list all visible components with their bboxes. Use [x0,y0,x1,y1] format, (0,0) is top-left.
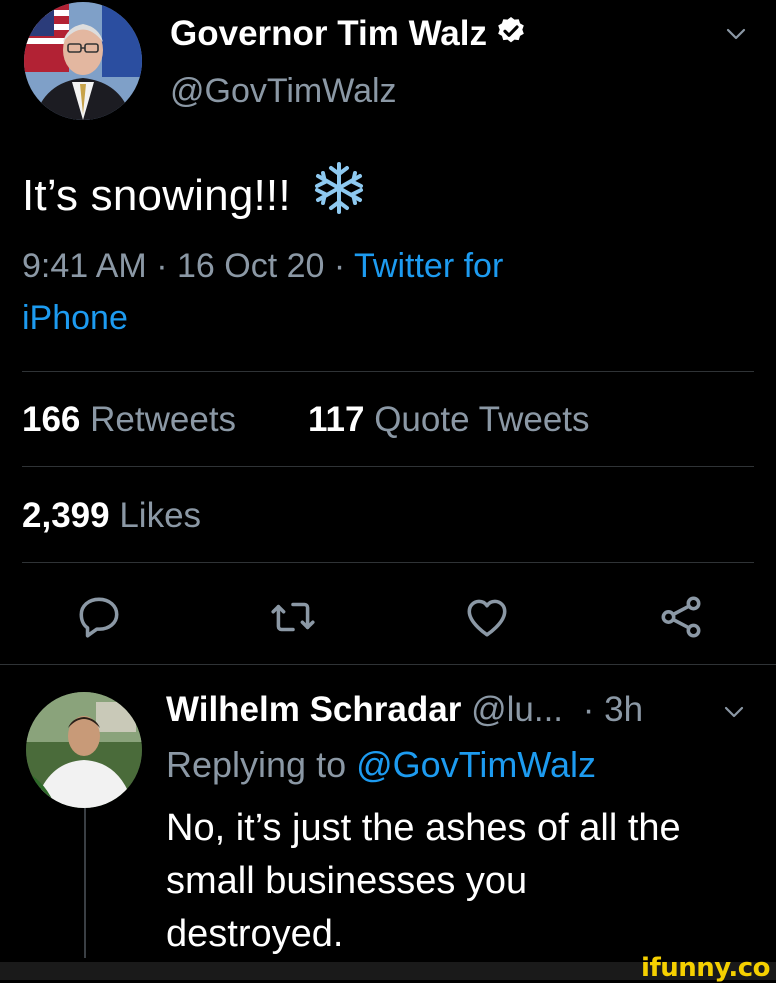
reply-header: Wilhelm Schradar @lu... · 3h [166,690,756,730]
divider [22,466,754,467]
verified-badge-icon [495,15,527,56]
tweet-text-content: It’s snowing!!! [22,171,291,220]
author-name[interactable]: Governor Tim Walz [170,14,527,56]
ifunny-watermark: ifunny.co [641,953,770,983]
replying-to-label: Replying to [166,744,347,785]
tweet-meta: 9:41 AM · 16 Oct 20 · Twitter for iPhone [22,240,742,344]
author-name-text[interactable]: Governor Tim Walz [170,14,487,53]
tweet-text: It’s snowing!!! [22,160,367,227]
retweets-count: 166 [22,400,81,439]
reply-author-avatar[interactable] [26,692,142,808]
quote-tweets-count: 117 [308,400,365,439]
divider [22,371,754,372]
chevron-down-icon[interactable] [722,700,746,729]
thread-line [84,808,86,958]
likes-count: 2,399 [22,496,110,535]
likes-label: Likes [119,496,202,535]
reply-time[interactable]: · 3h [583,690,643,729]
tweet-source-continued[interactable]: iPhone [22,299,128,337]
reply-text: No, it’s just the ashes of all the small… [166,802,766,961]
reply-text-line: small businesses you [166,860,528,902]
author-avatar[interactable] [24,2,142,120]
quote-tweets-label: Quote Tweets [374,400,590,439]
meta-separator: · [156,247,168,285]
retweet-icon[interactable] [268,592,318,642]
likes-stat[interactable]: 2,399 Likes [22,496,201,536]
tweet-date[interactable]: 16 Oct 20 [177,247,324,285]
reply-author-name[interactable]: Wilhelm Schradar [166,690,461,729]
quote-tweets-stat[interactable]: 117 Quote Tweets [308,400,590,440]
reply-text-line: No, it’s just the ashes of all the [166,807,681,849]
retweets-stat[interactable]: 166 Retweets [22,400,236,440]
replying-to-handle[interactable]: @GovTimWalz [356,744,596,785]
reply-author-handle[interactable]: @lu... [471,690,563,729]
snowflake-emoji [311,160,367,227]
tweet-time[interactable]: 9:41 AM [22,247,147,285]
tweet-source[interactable]: Twitter for [354,247,503,285]
meta-separator: · [333,247,346,285]
like-icon[interactable] [462,592,512,642]
chevron-down-icon[interactable] [724,22,748,51]
divider [22,562,754,563]
share-icon[interactable] [656,592,706,642]
author-handle[interactable]: @GovTimWalz [170,72,397,111]
retweets-label: Retweets [90,400,237,439]
reply-icon[interactable] [74,592,124,642]
divider [0,664,776,665]
replying-to: Replying to @GovTimWalz [166,744,596,786]
